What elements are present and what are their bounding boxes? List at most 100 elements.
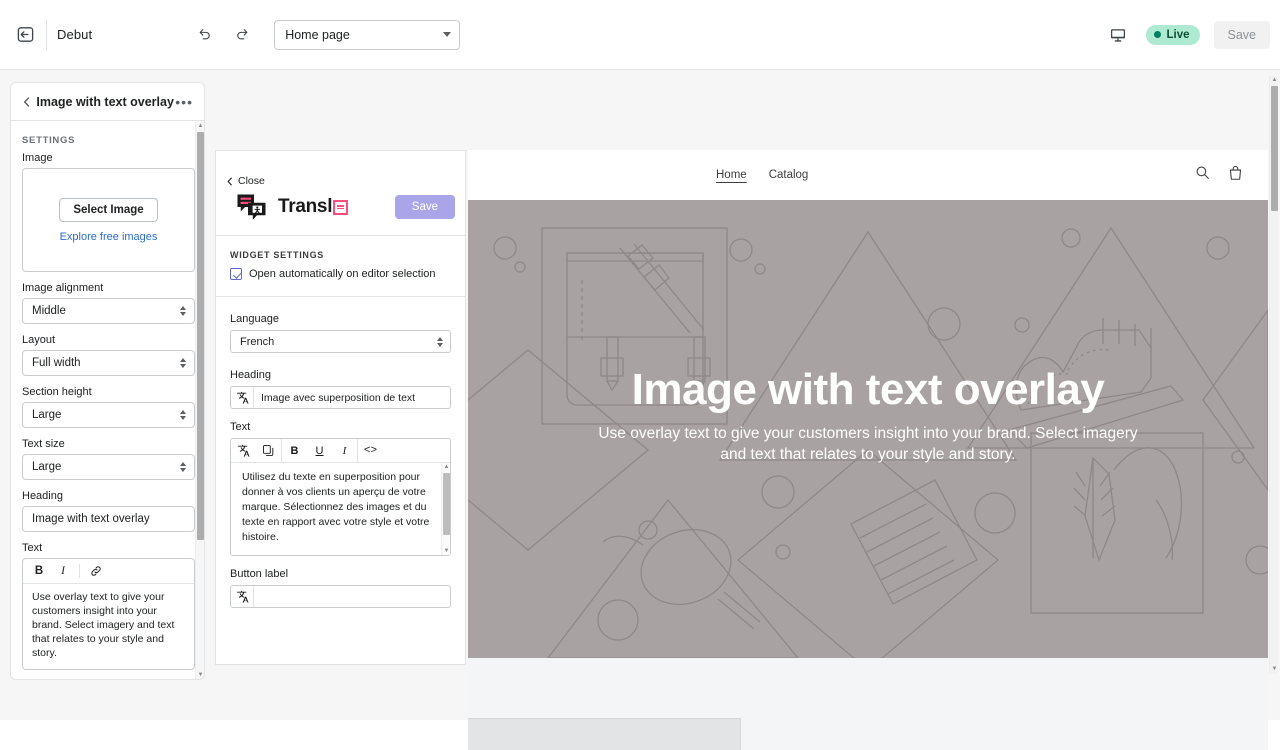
language-select[interactable]: French xyxy=(230,330,451,353)
translate-heading-input[interactable]: Image avec superposition de text xyxy=(230,386,451,409)
hero-subtext: Use overlay text to give your customers … xyxy=(588,424,1148,465)
image-field: Image Select Image Explore free images xyxy=(11,152,205,272)
sidebar-body: SETTINGS Image Select Image Explore free… xyxy=(11,122,205,680)
auto-open-checkbox-row[interactable]: Open automatically on editor selection xyxy=(216,260,465,280)
section-height-field: Section height Large xyxy=(11,386,205,428)
translate-text-editor[interactable]: B U I <> Utilisez du texte en superposit… xyxy=(230,438,451,556)
hero-section[interactable]: Image with text overlay Use overlay text… xyxy=(468,200,1268,658)
language-field: Language French xyxy=(216,297,465,353)
text-size-select[interactable]: Large xyxy=(22,454,195,480)
bold-button[interactable]: B xyxy=(27,560,51,582)
layout-field: Layout Full width xyxy=(11,334,205,376)
below-hero-section xyxy=(468,658,1268,750)
italic-button[interactable]: I xyxy=(332,439,357,462)
image-alignment-field: Image alignment Middle xyxy=(11,282,205,324)
translate-icon[interactable] xyxy=(231,586,254,607)
button-label-input[interactable] xyxy=(230,585,451,608)
bold-button[interactable]: B xyxy=(282,439,307,462)
scroll-up-arrow-icon[interactable]: ▲ xyxy=(443,464,450,471)
search-icon[interactable] xyxy=(1195,165,1210,185)
image-alignment-label: Image alignment xyxy=(22,282,195,294)
logo-badge-icon xyxy=(333,200,348,215)
text-richtext-value[interactable]: Use overlay text to give your customers … xyxy=(23,584,194,669)
redo-icon[interactable] xyxy=(228,21,256,49)
layout-select[interactable]: Full width xyxy=(22,350,195,376)
section-height-label: Section height xyxy=(22,386,195,398)
topbar-right-group: Live Save xyxy=(1104,21,1280,49)
scrollbar-thumb[interactable] xyxy=(197,132,204,540)
hero-text-overlay: Image with text overlay Use overlay text… xyxy=(468,367,1268,465)
link-icon[interactable] xyxy=(84,560,108,582)
close-widget-button[interactable]: Close xyxy=(216,151,465,187)
layout-value: Full width xyxy=(32,357,180,369)
widget-save-button[interactable]: Save xyxy=(395,195,455,219)
chevron-updown-icon xyxy=(180,410,186,420)
richtext-toolbar: B I xyxy=(23,559,194,584)
language-label: Language xyxy=(230,313,451,325)
button-label-field: Button label xyxy=(216,556,465,608)
scrollbar-thumb[interactable] xyxy=(1271,86,1278,211)
section-height-value: Large xyxy=(32,409,180,421)
sidebar-header: Image with text overlay ••• xyxy=(11,83,204,121)
page-title: Image with text overlay xyxy=(35,95,175,109)
scroll-up-arrow-icon[interactable]: ▲ xyxy=(1271,77,1278,84)
text-richtext-editor[interactable]: B I Use overlay text to give your custom… xyxy=(22,558,195,670)
auto-open-checkbox[interactable] xyxy=(230,268,242,280)
chevron-down-icon xyxy=(443,32,451,37)
translate-text-toolbar: B U I <> xyxy=(231,439,450,462)
translate-text-area[interactable]: Utilisez du texte en superposition pour … xyxy=(231,462,450,555)
text-field: Text B I Use overlay text to giv xyxy=(11,542,205,670)
code-icon[interactable]: <> xyxy=(358,439,383,462)
italic-button[interactable]: I xyxy=(51,560,75,582)
widget-settings-label: WIDGET SETTINGS xyxy=(216,236,465,260)
nav-link-catalog[interactable]: Catalog xyxy=(769,169,809,181)
translate-heading-label: Heading xyxy=(230,369,451,381)
button-label-value xyxy=(254,586,450,607)
nav-link-home[interactable]: Home xyxy=(716,169,747,181)
translate-speech-bubbles-icon xyxy=(236,193,270,221)
image-alignment-select[interactable]: Middle xyxy=(22,298,195,324)
translate-heading-value: Image avec superposition de text xyxy=(254,387,450,408)
sidebar-scrollbar[interactable]: ▲ ▼ xyxy=(195,122,204,680)
undo-icon[interactable] xyxy=(190,21,218,49)
section-height-select[interactable]: Large xyxy=(22,402,195,428)
store-nav: Home Catalog xyxy=(716,169,808,181)
widget-logo-text: Transl xyxy=(278,196,348,218)
scroll-down-arrow-icon[interactable]: ▼ xyxy=(443,548,450,555)
chevron-updown-icon xyxy=(180,358,186,368)
text-field-label: Text xyxy=(22,542,195,554)
translate-text-scrollbar[interactable]: ▲ ▼ xyxy=(441,463,450,555)
chevron-left-icon[interactable] xyxy=(19,94,35,110)
translate-icon[interactable] xyxy=(231,439,256,462)
image-picker-box[interactable]: Select Image Explore free images xyxy=(22,168,195,272)
ellipsis-icon[interactable]: ••• xyxy=(175,94,196,110)
preview-scrollbar[interactable]: ▲ ▼ xyxy=(1269,76,1278,674)
scroll-down-arrow-icon[interactable]: ▼ xyxy=(1271,666,1278,673)
text-size-field: Text size Large xyxy=(11,438,205,480)
desktop-monitor-icon[interactable] xyxy=(1104,21,1132,49)
page-select[interactable]: Home page xyxy=(274,20,460,50)
scrollbar-thumb[interactable] xyxy=(443,473,450,535)
underline-button[interactable]: U xyxy=(307,439,332,462)
topbar-divider xyxy=(46,20,47,50)
image-field-label: Image xyxy=(22,152,195,164)
chevron-updown-icon xyxy=(180,306,186,316)
explore-free-images-link[interactable]: Explore free images xyxy=(60,231,158,243)
scroll-up-arrow-icon[interactable]: ▲ xyxy=(197,123,204,130)
select-image-button[interactable]: Select Image xyxy=(59,198,157,222)
chevron-updown-icon xyxy=(437,337,443,347)
exit-left-icon[interactable] xyxy=(8,18,42,52)
translate-icon[interactable] xyxy=(231,387,254,408)
settings-section-label: SETTINGS xyxy=(11,122,205,152)
scroll-down-arrow-icon[interactable]: ▼ xyxy=(197,672,204,679)
widget-logo-label: Transl xyxy=(278,196,332,218)
live-badge-label: Live xyxy=(1166,29,1189,41)
next-section-placeholder[interactable] xyxy=(468,718,741,750)
copy-icon[interactable] xyxy=(256,439,281,462)
heading-input[interactable]: Image with text overlay xyxy=(22,506,195,532)
shopping-bag-icon[interactable] xyxy=(1228,165,1243,186)
section-settings-sidebar: Image with text overlay ••• SETTINGS Ima… xyxy=(10,82,205,680)
save-button[interactable]: Save xyxy=(1214,21,1271,49)
page-select-value: Home page xyxy=(285,28,443,42)
button-label-label: Button label xyxy=(230,568,451,580)
